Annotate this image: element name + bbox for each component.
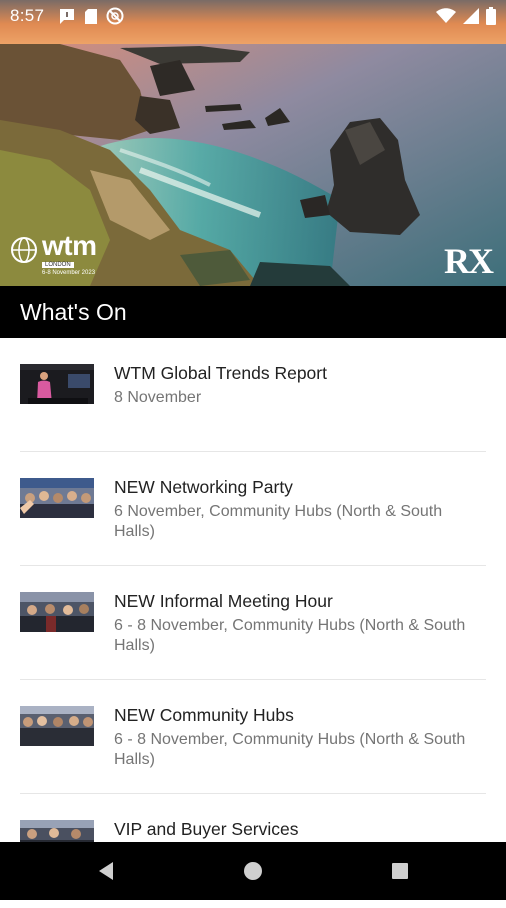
- rx-logo: RX: [444, 241, 494, 281]
- wifi-icon: [436, 8, 456, 29]
- item-subtitle: 6 - 8 November, Community Hubs (North & …: [114, 731, 466, 768]
- section-title: What's On: [20, 299, 127, 325]
- list-item[interactable]: WTM Global Trends Report 8 November: [0, 338, 506, 452]
- list-item[interactable]: NEW Community Hubs 6 - 8 November, Commu…: [0, 680, 506, 794]
- item-title: NEW Community Hubs: [114, 705, 294, 725]
- status-time: 8:57: [10, 6, 45, 25]
- item-title: WTM Global Trends Report: [114, 363, 327, 383]
- hero-banner: wtm LONDON 6-8 November 2023 RX: [0, 0, 506, 286]
- item-subtitle: 6 November, Community Hubs (North & Sout…: [114, 503, 443, 540]
- item-thumbnail: [20, 364, 94, 404]
- message-icon: [58, 8, 76, 30]
- item-thumbnail: [20, 592, 94, 632]
- item-thumbnail: [20, 706, 94, 746]
- item-subtitle: 8 November: [114, 389, 202, 406]
- item-title: NEW Informal Meeting Hour: [114, 591, 333, 611]
- item-subtitle: 6 - 8 November, Community Hubs (North & …: [114, 617, 466, 654]
- item-thumbnail: [20, 478, 94, 518]
- recents-icon[interactable]: [390, 861, 410, 886]
- signal-icon: [463, 8, 479, 29]
- list-item[interactable]: NEW Networking Party 6 November, Communi…: [0, 452, 506, 566]
- section-header: What's On: [0, 286, 506, 338]
- status-bar: 8:57: [0, 0, 506, 32]
- item-title: NEW Networking Party: [114, 477, 293, 497]
- home-icon[interactable]: [243, 861, 263, 886]
- list-item[interactable]: NEW Informal Meeting Hour 6 - 8 November…: [0, 566, 506, 680]
- back-icon[interactable]: [96, 861, 116, 886]
- wtm-logo-word: wtm: [42, 230, 97, 261]
- status-system-icons: [436, 7, 496, 30]
- status-notification-icons: [58, 7, 124, 30]
- do-not-disturb-icon: [106, 7, 124, 30]
- sim-card-icon: [84, 8, 98, 30]
- wtm-logo-location: LONDON: [42, 262, 74, 268]
- battery-icon: [486, 7, 496, 30]
- wtm-logo-dates: 6-8 November 2023: [42, 270, 96, 276]
- item-title: VIP and Buyer Services: [114, 819, 299, 839]
- whats-on-list: WTM Global Trends Report 8 November NEW …: [0, 338, 506, 908]
- system-navigation-bar: [0, 842, 506, 900]
